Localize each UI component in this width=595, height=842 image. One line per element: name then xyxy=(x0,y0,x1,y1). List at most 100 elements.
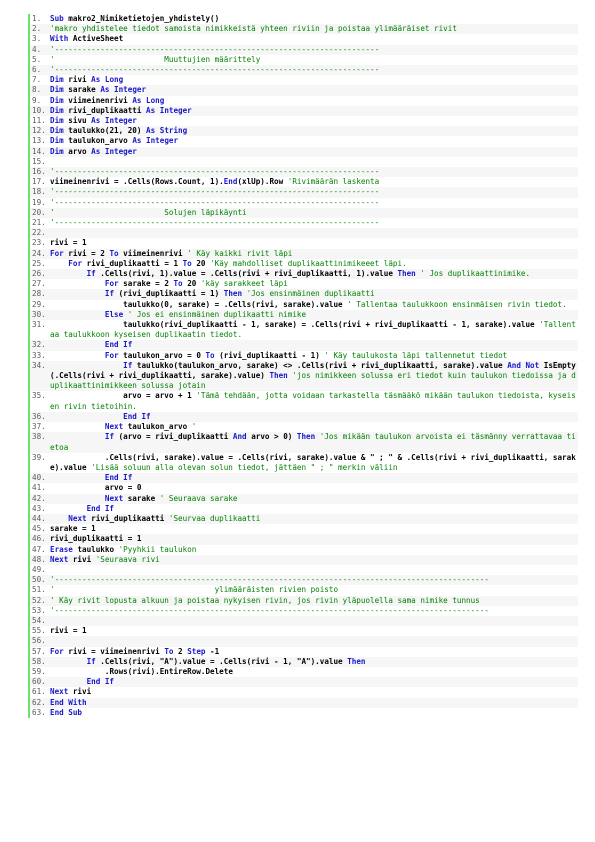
line-number: 50. xyxy=(32,575,46,585)
comment-token: ' Käy rivit lopusta alkuun ja poistaa ny… xyxy=(50,595,480,605)
code-token: (arvo = rivi_duplikaatti xyxy=(118,432,233,442)
keyword-token: And xyxy=(232,432,252,442)
comment-token: 'Rivimäärän laskenta xyxy=(287,177,380,187)
comment-token: 'käy sarakkeet läpi xyxy=(200,279,288,289)
code-line: 10. Dim rivi_duplikaatti As Integer xyxy=(30,105,578,117)
comment-token: '---------------------------------------… xyxy=(50,187,380,197)
code-line: 37. Next taulukon_arvo ' xyxy=(30,422,578,432)
comment-token: 'Pyyhkii taulukon xyxy=(118,544,197,554)
keyword-token: Next xyxy=(50,422,128,432)
code-line: 51. ' ylimääräisten rivien poisto xyxy=(30,585,578,595)
code-line: 48. Next rivi 'Seuraava rivi xyxy=(30,554,578,565)
code-token: arvo = 0 xyxy=(50,483,142,493)
code-token: arvo xyxy=(68,146,92,156)
keyword-token: Step xyxy=(187,646,211,656)
line-number: 19. xyxy=(32,197,46,207)
keyword-token: For xyxy=(50,248,69,258)
line-number: 56. xyxy=(32,636,46,646)
keyword-token: End If xyxy=(50,473,133,483)
comment-token: ' Tallentaa taulukkoon ensinmäisen rivin… xyxy=(347,299,567,309)
line-number: 46. xyxy=(32,534,46,544)
line-number: 51. xyxy=(32,585,46,595)
line-number: 35. xyxy=(32,391,46,401)
line-number: 45. xyxy=(32,524,46,534)
keyword-token: As Long xyxy=(132,95,165,105)
code-token: .Cells(rivi, "A").value = .Cells(rivi - … xyxy=(100,656,348,666)
code-line: 26. If .Cells(rivi, 1).value = .Cells(ri… xyxy=(30,269,578,280)
code-line: 56. xyxy=(30,636,578,647)
code-line: 25. For rivi_duplikaatti = 1 To 20 'Käy … xyxy=(30,259,578,269)
line-number: 21. xyxy=(32,218,46,228)
comment-token: '---------------------------------------… xyxy=(50,605,489,615)
code-token: rivi_duplikaatti xyxy=(91,513,169,523)
code-line: 54. xyxy=(30,615,578,627)
keyword-token: If xyxy=(50,432,119,442)
code-token: rivi xyxy=(72,554,96,564)
keyword-token: As Long xyxy=(91,75,124,85)
line-number: 23. xyxy=(32,238,46,248)
keyword-token: As Integer xyxy=(100,85,147,95)
code-line: 30. Else ' Jos ei ensinmäinen duplikaatt… xyxy=(30,309,578,321)
line-number: 6. xyxy=(32,65,42,75)
code-line: 33. For taulukon_arvo = 0 To (rivi_dupli… xyxy=(30,351,578,361)
code-line: 12. Dim taulukko(21, 20) As String xyxy=(30,126,578,137)
code-line: 49. xyxy=(30,565,578,575)
keyword-token: If xyxy=(50,269,101,279)
code-line: 55. rivi = 1 xyxy=(30,626,578,636)
line-number: 9. xyxy=(32,95,42,105)
code-token: rivi_duplikaatti xyxy=(68,105,147,115)
comment-token: 'makro yhdistelee tiedot samoista nimikk… xyxy=(50,24,457,34)
keyword-token: End With xyxy=(50,697,87,707)
line-number: 15. xyxy=(32,156,46,166)
code-line: 41. arvo = 0 xyxy=(30,483,578,493)
code-line: 38. If (arvo = rivi_duplikaatti And arvo… xyxy=(30,432,578,453)
line-number: 48. xyxy=(32,554,46,564)
code-line: 9. Dim viimeinenrivi As Long xyxy=(30,96,578,106)
code-token: sarake = 2 xyxy=(123,279,174,289)
comment-token: 'Käy mahdolliset duplikaattinimikeeet lä… xyxy=(210,258,407,268)
keyword-token: Then xyxy=(296,432,320,442)
code-line: 58. If .Cells(rivi, "A").value = .Cells(… xyxy=(30,656,578,667)
code-line: 27. For sarake = 2 To 20 'käy sarakkeet … xyxy=(30,279,578,289)
keyword-token: Then xyxy=(397,269,421,279)
code-line: 35. arvo = arvo + 1 'Tämä tehdään, jotta… xyxy=(30,391,578,411)
keyword-token: Dim xyxy=(50,75,69,85)
code-token: rivi xyxy=(72,687,92,697)
keyword-token: For xyxy=(50,350,124,360)
keyword-token: Dim xyxy=(50,95,69,105)
keyword-token: Next xyxy=(50,513,92,523)
code-token: rivi_duplikaatti = 1 xyxy=(50,534,142,544)
line-number: 34. xyxy=(32,360,46,370)
code-token: arvo > 0) xyxy=(251,432,297,442)
code-line: 5. ' Muuttujien määrittely xyxy=(30,55,578,65)
keyword-token: As Integer xyxy=(91,116,137,126)
line-number: 26. xyxy=(32,269,46,279)
keyword-token: End xyxy=(223,177,238,187)
keyword-token: Dim xyxy=(50,85,69,95)
line-number: 55. xyxy=(32,626,46,636)
code-token: taulukon_arvo = 0 xyxy=(123,350,206,360)
keyword-token: If xyxy=(50,289,119,299)
line-number: 20. xyxy=(32,207,46,217)
code-line: 61. Next rivi xyxy=(30,687,578,697)
code-line: 34. If taulukko(taulukon_arvo, sarake) <… xyxy=(30,360,578,392)
code-line: 13. Dim taulukon_arvo As Integer xyxy=(30,136,578,146)
line-number: 37. xyxy=(32,422,46,432)
line-number: 10. xyxy=(32,105,46,115)
keyword-token: Then xyxy=(223,289,247,299)
code-line: 50. '------------------------------------… xyxy=(30,575,578,586)
line-number: 11. xyxy=(32,116,46,126)
code-token: .Cells(rivi, 1).value = .Cells(rivi + ri… xyxy=(100,269,398,279)
code-token: taulukko(0, sarake) = .Cells(rivi, sarak… xyxy=(50,299,348,309)
code-token: viimeinenrivi xyxy=(68,95,133,105)
comment-token: '---------------------------------------… xyxy=(50,65,380,75)
keyword-token: As Integer xyxy=(132,136,179,146)
line-number: 28. xyxy=(32,289,46,299)
line-number: 18. xyxy=(32,187,46,197)
line-number: 5. xyxy=(32,54,42,64)
comment-token: 'Seuraava rivi xyxy=(95,554,160,564)
line-number: 59. xyxy=(32,666,46,676)
line-number: 41. xyxy=(32,483,46,493)
keyword-token: For xyxy=(50,279,124,289)
code-line: 7. Dim rivi As Long xyxy=(30,75,578,85)
